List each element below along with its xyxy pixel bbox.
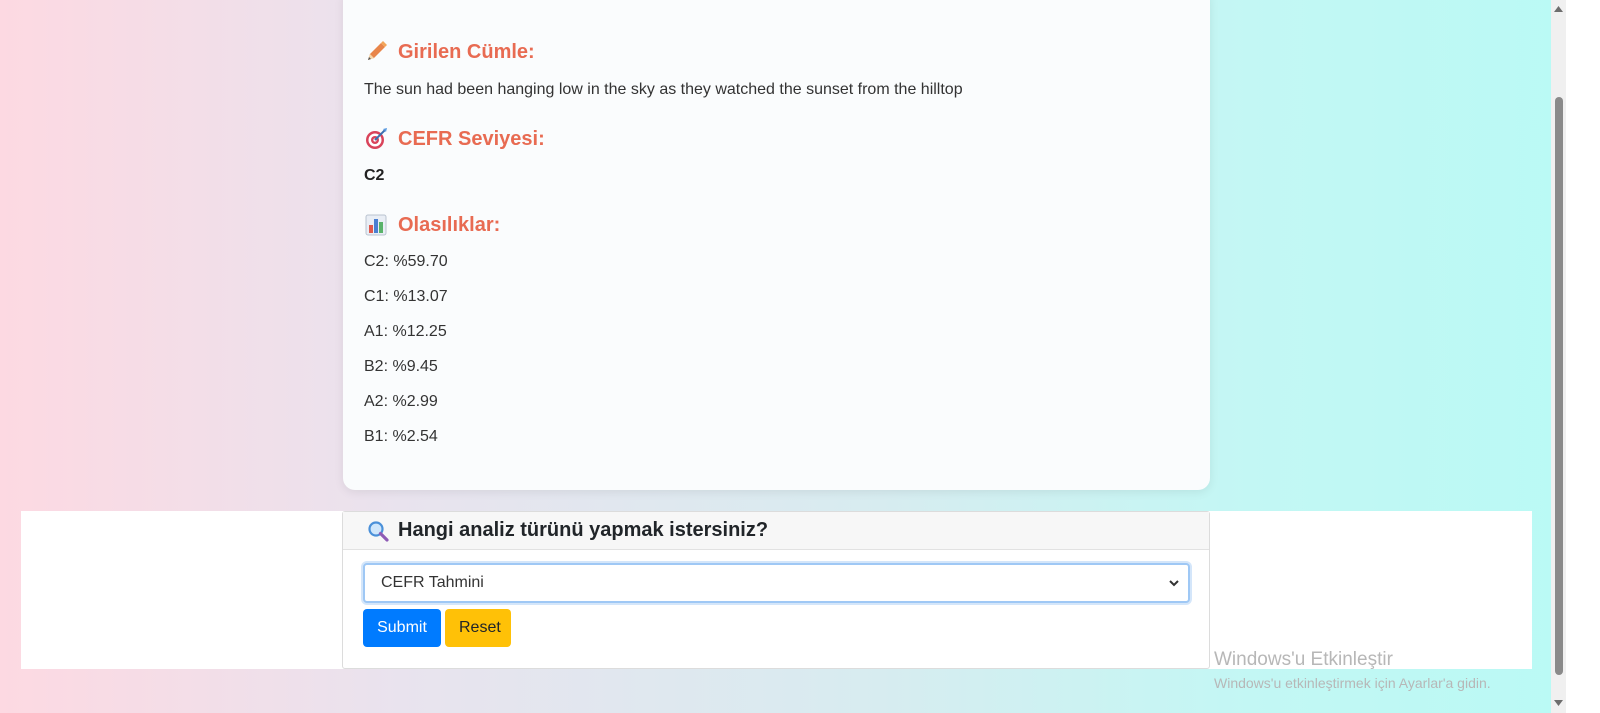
sentence-heading: Girilen Cümle: xyxy=(364,40,1188,64)
probability-list: C2: %59.70 C1: %13.07 A1: %12.25 B2: %9.… xyxy=(364,253,1188,463)
cefr-level-value: C2 xyxy=(364,167,385,184)
watermark-subtitle: Windows'u etkinleştirmek için Ayarlar'a … xyxy=(1214,675,1491,691)
chevron-down-icon xyxy=(1169,580,1179,587)
bar-chart-icon xyxy=(365,214,387,236)
button-row: Submit Reset xyxy=(363,609,1189,647)
watermark-title: Windows'u Etkinleştir xyxy=(1214,649,1393,670)
pencil-icon xyxy=(368,41,387,60)
vertical-scrollbar[interactable] xyxy=(1551,0,1566,713)
windows-activation-watermark: Windows'u Etkinleştir Windows'u etkinleş… xyxy=(1214,649,1491,691)
probability-item: C2: %59.70 xyxy=(364,253,448,270)
magnifier-icon xyxy=(368,520,389,542)
probability-item: C1: %13.07 xyxy=(364,288,448,305)
analysis-type-select[interactable]: CEFR Tahmini xyxy=(363,563,1190,603)
analysis-form-card: Hangi analiz türünü yapmak istersiniz? C… xyxy=(342,511,1210,669)
reset-button[interactable]: Reset xyxy=(445,609,511,647)
level-heading-label: CEFR Seviyesi: xyxy=(398,127,545,150)
probabilities-heading-label: Olasılıklar: xyxy=(398,213,501,236)
scrollbar-thumb[interactable] xyxy=(1555,97,1563,675)
window-edge xyxy=(1566,0,1600,713)
probability-item: A2: %2.99 xyxy=(364,393,438,410)
sentence-heading-label: Girilen Cümle: xyxy=(398,40,535,63)
target-icon xyxy=(366,128,387,149)
probabilities-heading: Olasılıklar: xyxy=(364,213,1188,237)
select-value: CEFR Tahmini xyxy=(381,574,484,591)
probability-item: B1: %2.54 xyxy=(364,428,438,445)
input-sentence: The sun had been hanging low in the sky … xyxy=(364,81,963,98)
probability-item: A1: %12.25 xyxy=(364,323,447,340)
result-card: Girilen Cümle: The sun had been hanging … xyxy=(343,0,1210,490)
probability-item: B2: %9.45 xyxy=(364,358,438,375)
form-header: Hangi analiz türünü yapmak istersiniz? xyxy=(343,512,1209,550)
scroll-up-icon[interactable] xyxy=(1554,6,1563,12)
submit-button[interactable]: Submit xyxy=(363,609,441,647)
form-body: CEFR Tahmini Submit Reset xyxy=(343,550,1209,647)
scroll-down-icon[interactable] xyxy=(1554,700,1563,706)
level-heading: CEFR Seviyesi: xyxy=(364,127,1188,151)
form-title: Hangi analiz türünü yapmak istersiniz? xyxy=(398,519,769,541)
